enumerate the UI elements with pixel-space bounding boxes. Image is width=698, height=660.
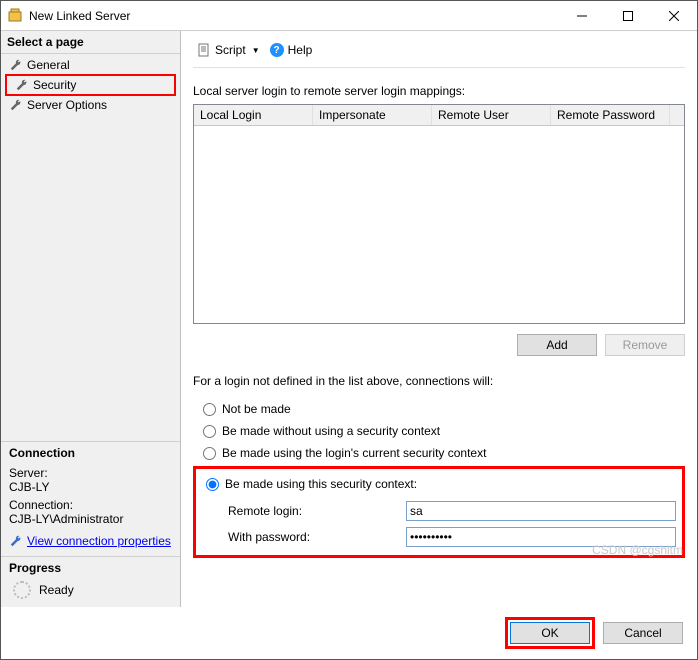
sidebar-item-server-options[interactable]: Server Options <box>1 96 180 114</box>
with-password-label: With password: <box>228 530 398 544</box>
dialog-footer: OK Cancel <box>1 607 697 659</box>
connection-header: Connection <box>9 446 172 460</box>
server-value: CJB-LY <box>9 480 172 494</box>
remove-button: Remove <box>605 334 685 356</box>
radio-caption: For a login not defined in the list abov… <box>193 374 685 388</box>
titlebar: New Linked Server <box>1 1 697 31</box>
radio-this-security-context[interactable]: Be made using this security context: <box>202 473 676 495</box>
ok-button[interactable]: OK <box>510 622 590 644</box>
col-spacer <box>670 105 684 125</box>
security-context-group: Be made using this security context: Rem… <box>193 466 685 558</box>
sidebar-item-label: General <box>27 58 70 72</box>
main-panel: Script ▼ ? Help Local server login to re… <box>181 31 697 607</box>
toolbar: Script ▼ ? Help <box>193 39 685 68</box>
sidebar-item-security[interactable]: Security <box>5 74 176 96</box>
minimize-button[interactable] <box>559 1 605 31</box>
view-connection-properties-label: View connection properties <box>27 534 171 548</box>
sidebar-item-general[interactable]: General <box>1 56 180 74</box>
help-label: Help <box>288 43 313 57</box>
radio-this-security-context-label: Be made using this security context: <box>225 477 417 491</box>
sidebar-item-label: Server Options <box>27 98 107 112</box>
col-remote-password[interactable]: Remote Password <box>551 105 670 125</box>
radio-no-security-context-label: Be made without using a security context <box>222 424 440 438</box>
col-local-login[interactable]: Local Login <box>194 105 313 125</box>
ok-highlight: OK <box>505 617 595 649</box>
mappings-label: Local server login to remote server logi… <box>193 84 685 98</box>
radio-this-security-context-input[interactable] <box>206 478 219 491</box>
wrench-icon <box>9 58 23 72</box>
script-icon <box>197 43 211 57</box>
radio-no-security-context-input[interactable] <box>203 425 216 438</box>
radio-login-security-context-label: Be made using the login's current securi… <box>222 446 486 460</box>
select-page-header: Select a page <box>1 31 180 54</box>
connection-label: Connection: <box>9 498 172 512</box>
help-button[interactable]: ? Help <box>270 43 313 57</box>
sidebar-item-label: Security <box>33 78 76 92</box>
with-password-input[interactable] <box>406 527 676 547</box>
login-mappings-grid[interactable]: Local Login Impersonate Remote User Remo… <box>193 104 685 324</box>
radio-login-security-context-input[interactable] <box>203 447 216 460</box>
view-connection-properties-link[interactable]: View connection properties <box>9 534 172 548</box>
radio-login-security-context[interactable]: Be made using the login's current securi… <box>193 442 685 464</box>
progress-spinner-icon <box>13 581 31 599</box>
new-linked-server-window: New Linked Server Select a page General … <box>0 0 698 660</box>
script-button[interactable]: Script ▼ <box>193 41 264 59</box>
radio-no-security-context[interactable]: Be made without using a security context <box>193 420 685 442</box>
radio-not-be-made[interactable]: Not be made <box>193 398 685 420</box>
help-icon: ? <box>270 43 284 57</box>
radio-not-be-made-input[interactable] <box>203 403 216 416</box>
properties-icon <box>9 534 23 548</box>
wrench-icon <box>9 98 23 112</box>
maximize-button[interactable] <box>605 1 651 31</box>
connection-value: CJB-LY\Administrator <box>9 512 172 526</box>
connection-panel: Connection Server: CJB-LY Connection: CJ… <box>1 441 180 556</box>
close-button[interactable] <box>651 1 697 31</box>
col-remote-user[interactable]: Remote User <box>432 105 551 125</box>
col-impersonate[interactable]: Impersonate <box>313 105 432 125</box>
progress-panel: Progress Ready <box>1 556 180 607</box>
radio-not-be-made-label: Not be made <box>222 402 291 416</box>
progress-header: Progress <box>9 561 172 575</box>
progress-status: Ready <box>39 583 74 597</box>
add-button[interactable]: Add <box>517 334 597 356</box>
dropdown-arrow-icon: ▼ <box>252 46 260 55</box>
script-label: Script <box>215 43 246 57</box>
window-title: New Linked Server <box>29 9 559 23</box>
app-icon <box>7 8 23 24</box>
remote-login-input[interactable] <box>406 501 676 521</box>
server-label: Server: <box>9 466 172 480</box>
sidebar: Select a page General Security Server Op… <box>1 31 181 607</box>
cancel-button[interactable]: Cancel <box>603 622 683 644</box>
wrench-icon <box>15 78 29 92</box>
grid-header-row: Local Login Impersonate Remote User Remo… <box>194 105 684 126</box>
remote-login-label: Remote login: <box>228 504 398 518</box>
